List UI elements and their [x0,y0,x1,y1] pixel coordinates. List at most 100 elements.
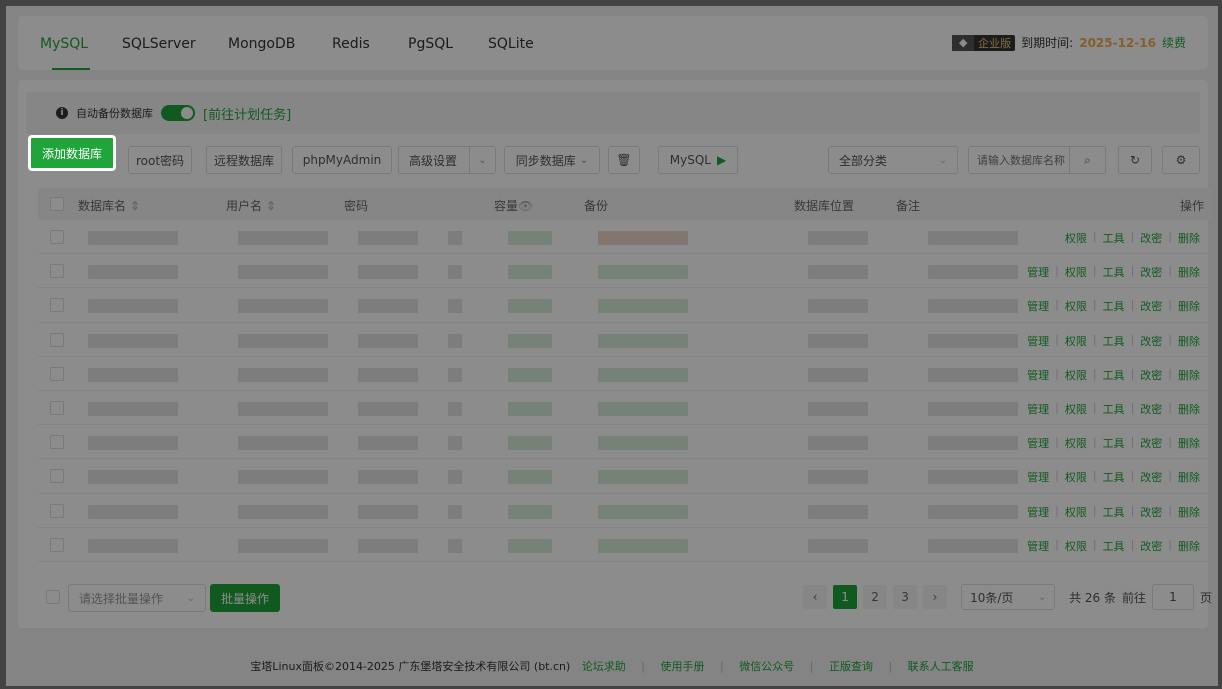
row-action-perm[interactable]: 权限 [1059,367,1093,383]
row-action-perm[interactable]: 权限 [1059,469,1093,485]
sync-db-button[interactable]: 同步数据库 ⌄ [504,146,600,174]
row-checkbox[interactable] [50,230,64,244]
col-user[interactable]: 用户名 ⇕ [226,197,276,214]
row-checkbox[interactable] [50,469,64,484]
tab-mysql[interactable]: MySQL [40,36,88,52]
advanced-settings-button[interactable]: 高级设置 ⌄ [398,146,496,174]
row-action-manage[interactable]: 管理 [1021,401,1055,417]
row-action-manage[interactable]: 管理 [1021,469,1055,485]
select-all-checkbox[interactable] [50,197,64,211]
row-checkbox[interactable] [50,332,64,347]
settings-button[interactable]: ⚙ [1162,146,1200,174]
row-action-manage[interactable]: 管理 [1021,333,1055,349]
row-action-manage[interactable]: 管理 [1021,298,1055,314]
row-action-perm[interactable]: 权限 [1059,230,1093,246]
row-action-delete[interactable]: 删除 [1172,435,1206,451]
row-action-chpwd[interactable]: 改密 [1134,435,1168,451]
footer-link-manual[interactable]: 使用手册 [661,660,705,673]
row-action-perm[interactable]: 权限 [1059,264,1093,280]
row-checkbox[interactable] [50,366,64,381]
renew-link[interactable]: 续费 [1162,34,1186,51]
row-action-tools[interactable]: 工具 [1097,469,1131,485]
row-action-chpwd[interactable]: 改密 [1134,401,1168,417]
row-action-manage[interactable]: 管理 [1021,264,1055,280]
row-action-tools[interactable]: 工具 [1097,264,1131,280]
root-password-button[interactable]: root密码 [128,146,192,174]
row-checkbox[interactable] [50,435,64,450]
page-1[interactable]: 1 [833,585,858,609]
recycle-bin-button[interactable]: 🗑 [608,146,640,174]
batch-action-select[interactable]: 请选择批量操作 ⌄ [68,584,206,612]
chevron-down-icon[interactable]: ⌄ [469,147,495,173]
mysql-service-button[interactable]: MySQL ▶ [658,146,738,174]
row-action-perm[interactable]: 权限 [1059,298,1093,314]
next-page-icon[interactable]: › [923,585,948,609]
row-action-delete[interactable]: 删除 [1172,264,1206,280]
row-action-manage[interactable]: 管理 [1021,504,1055,520]
row-action-delete[interactable]: 删除 [1172,401,1206,417]
row-action-delete[interactable]: 删除 [1172,367,1206,383]
refresh-button[interactable]: ↻ [1118,146,1152,174]
search-input[interactable] [969,147,1069,173]
row-action-perm[interactable]: 权限 [1059,333,1093,349]
search-icon[interactable]: ⌕ [1069,147,1105,173]
row-action-tools[interactable]: 工具 [1097,333,1131,349]
batch-action-button[interactable]: 批量操作 [210,584,280,612]
row-action-delete[interactable]: 删除 [1172,538,1206,554]
goto-page-input[interactable]: 1 [1151,584,1194,610]
category-select[interactable]: 全部分类 ⌄ [828,146,958,174]
row-action-chpwd[interactable]: 改密 [1134,538,1168,554]
row-action-tools[interactable]: 工具 [1097,367,1131,383]
footer-link-forum[interactable]: 论坛求助 [582,660,626,673]
remote-db-button[interactable]: 远程数据库 [206,146,282,174]
page-3[interactable]: 3 [893,585,918,609]
row-checkbox[interactable] [50,400,64,415]
row-action-chpwd[interactable]: 改密 [1134,298,1168,314]
row-action-tools[interactable]: 工具 [1097,298,1131,314]
footer-link-verify[interactable]: 正版查询 [829,660,873,673]
row-action-delete[interactable]: 删除 [1172,230,1206,246]
row-action-manage[interactable]: 管理 [1021,435,1055,451]
row-action-chpwd[interactable]: 改密 [1134,367,1168,383]
page-2[interactable]: 2 [863,585,888,609]
row-checkbox[interactable] [50,298,64,313]
select-all-checkbox-bottom[interactable] [46,590,60,604]
footer-link-wechat[interactable]: 微信公众号 [739,660,794,673]
row-action-tools[interactable]: 工具 [1097,435,1131,451]
add-database-button[interactable]: 添加数据库 [29,136,115,170]
eye-icon[interactable]: 👁 [518,199,533,213]
row-action-chpwd[interactable]: 改密 [1134,264,1168,280]
tab-sqlite[interactable]: SQLite [488,36,534,52]
row-action-manage[interactable]: 管理 [1021,538,1055,554]
row-action-perm[interactable]: 权限 [1059,504,1093,520]
prev-page-icon[interactable]: ‹ [803,585,828,609]
auto-backup-toggle[interactable] [161,105,195,121]
tab-sqlserver[interactable]: SQLServer [122,36,196,52]
row-action-tools[interactable]: 工具 [1097,401,1131,417]
row-action-perm[interactable]: 权限 [1059,401,1093,417]
row-action-delete[interactable]: 删除 [1172,504,1206,520]
row-action-delete[interactable]: 删除 [1172,469,1206,485]
row-action-chpwd[interactable]: 改密 [1134,469,1168,485]
phpmyadmin-button[interactable]: phpMyAdmin [292,146,392,174]
tab-redis[interactable]: Redis [332,36,370,52]
row-checkbox[interactable] [50,537,64,552]
row-action-delete[interactable]: 删除 [1172,298,1206,314]
row-action-manage[interactable]: 管理 [1021,367,1055,383]
row-action-perm[interactable]: 权限 [1059,435,1093,451]
row-action-tools[interactable]: 工具 [1097,230,1131,246]
footer-link-support[interactable]: 联系人工客服 [908,660,974,673]
row-action-chpwd[interactable]: 改密 [1134,504,1168,520]
tab-pgsql[interactable]: PgSQL [408,36,453,52]
row-action-tools[interactable]: 工具 [1097,538,1131,554]
tab-mongodb[interactable]: MongoDB [228,36,295,52]
row-action-chpwd[interactable]: 改密 [1134,230,1168,246]
cron-task-link[interactable]: [前往计划任务] [203,104,291,123]
page-size-select[interactable]: 10条/页 ⌄ [961,584,1056,610]
row-checkbox[interactable] [50,503,64,518]
row-action-chpwd[interactable]: 改密 [1134,333,1168,349]
row-checkbox[interactable] [50,264,64,279]
row-action-perm[interactable]: 权限 [1059,538,1093,554]
col-name[interactable]: 数据库名 ⇕ [78,197,140,214]
row-action-tools[interactable]: 工具 [1097,504,1131,520]
